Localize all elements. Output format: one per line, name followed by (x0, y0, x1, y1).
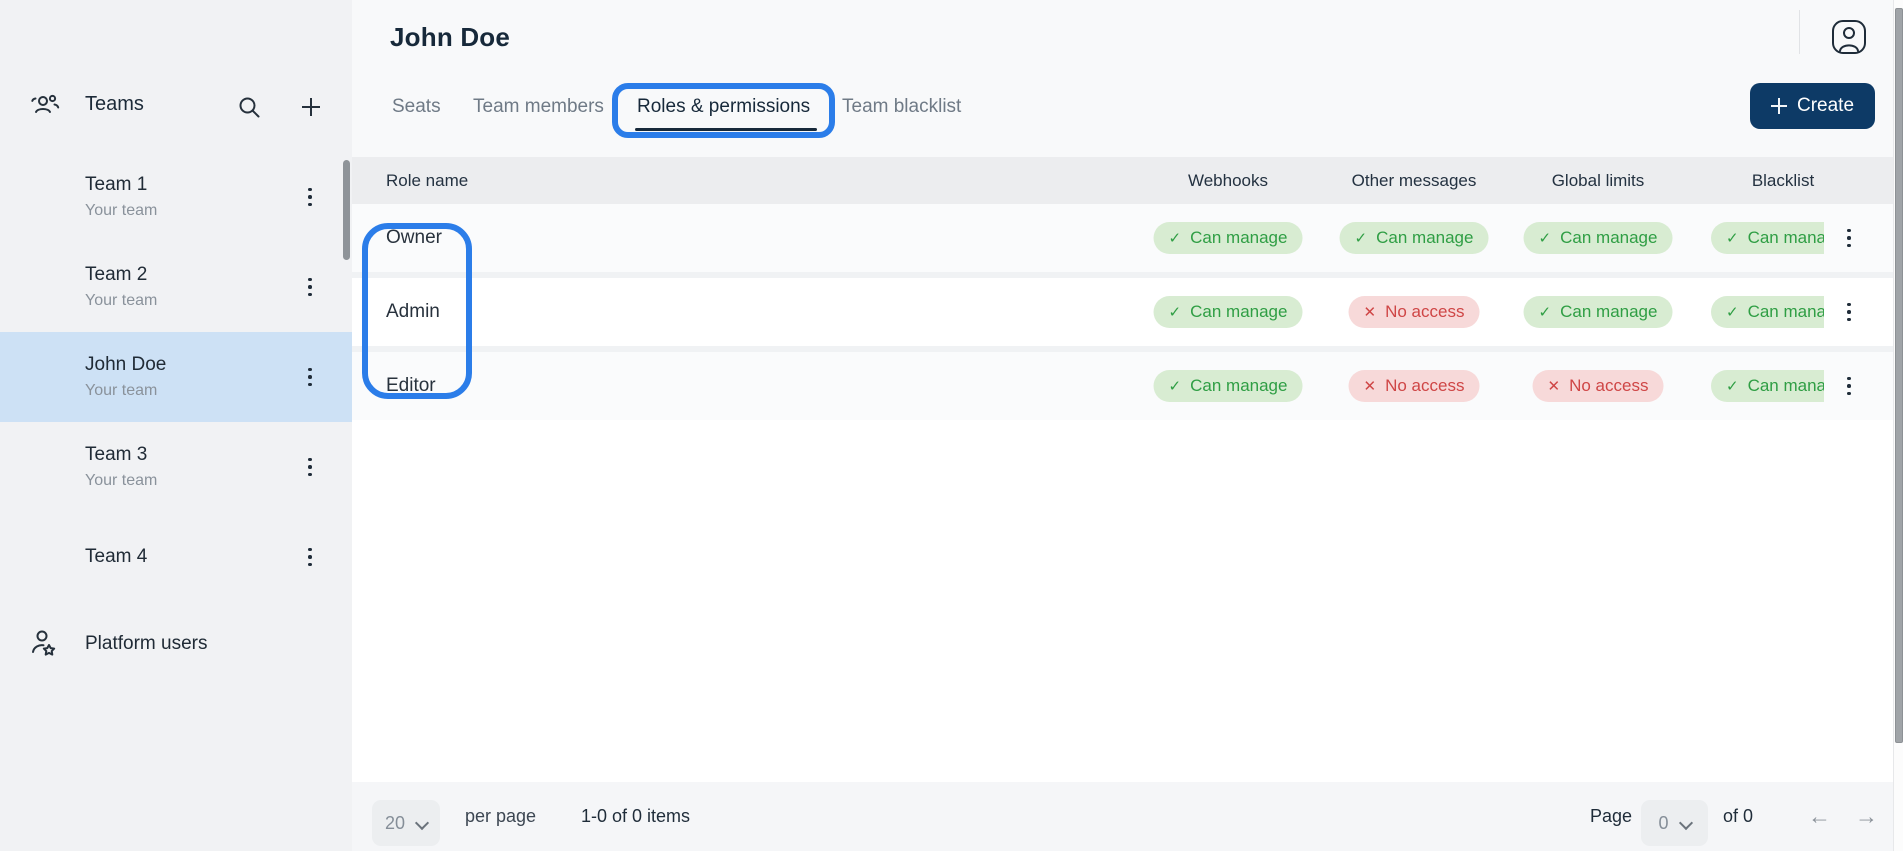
check-icon: ✓ (1169, 305, 1182, 320)
next-page-arrow-icon[interactable]: → (1855, 782, 1878, 851)
check-icon: ✓ (1726, 379, 1739, 394)
team-menu-kebab-icon[interactable] (303, 364, 317, 390)
platform-users-item[interactable]: Platform users (0, 602, 352, 686)
table-header-row: Role name Webhooks Other messages Global… (352, 157, 1893, 204)
col-role-name: Role name (386, 171, 468, 191)
previous-page-arrow-icon[interactable]: ← (1808, 782, 1831, 851)
team-menu-kebab-icon[interactable] (303, 184, 317, 210)
page-size-value: 20 (385, 813, 405, 834)
teams-sidebar: Teams Team 1 Your team Team 2 Your team … (0, 0, 352, 851)
team-menu-kebab-icon[interactable] (303, 274, 317, 300)
page-label: Page (1590, 782, 1632, 851)
page-size-select[interactable]: 20 (372, 800, 440, 846)
create-button-label: Create (1797, 95, 1854, 117)
permission-badge: ✕No access (1349, 296, 1480, 328)
platform-user-star-icon (30, 628, 58, 660)
active-tab-underline (635, 128, 817, 131)
check-icon: ✓ (1726, 305, 1739, 320)
user-avatar-icon[interactable] (1830, 18, 1868, 56)
role-name-cell: Admin (386, 301, 440, 323)
page-number-value: 0 (1658, 813, 1668, 834)
permission-badge: ✓Can manage (1340, 222, 1489, 254)
team-menu-kebab-icon[interactable] (303, 454, 317, 480)
plus-icon (1771, 98, 1787, 114)
roles-table: Role name Webhooks Other messages Global… (352, 157, 1893, 782)
chevron-down-icon (1681, 818, 1691, 828)
page-title: John Doe (390, 22, 510, 53)
per-page-label: per page (465, 782, 536, 851)
tab-roles-permissions[interactable]: Roles & permissions (637, 96, 810, 118)
permission-badge: ✓Can manage (1154, 222, 1303, 254)
page-of-label: of 0 (1723, 782, 1753, 851)
tab-team-members[interactable]: Team members (473, 96, 604, 118)
header-divider (1799, 10, 1800, 54)
platform-users-label: Platform users (85, 633, 207, 655)
sidebar-header: Teams (0, 84, 352, 130)
check-icon: ✓ (1355, 231, 1368, 246)
permission-badge: ✓Can manage (1524, 296, 1673, 328)
col-blacklist: Blacklist (1752, 171, 1814, 191)
row-menu-kebab-icon[interactable] (1842, 225, 1856, 251)
teams-group-icon (30, 92, 60, 122)
check-icon: ✓ (1539, 231, 1552, 246)
team-list-item[interactable]: Team 2 Your team (0, 242, 352, 332)
permission-badge: ✓Can manage (1524, 222, 1673, 254)
chevron-down-icon (417, 818, 427, 828)
search-icon[interactable] (236, 94, 262, 120)
main-content: John Doe Seats Team members Roles & perm… (352, 0, 1893, 851)
check-icon: ✓ (1169, 231, 1182, 246)
permission-badge-clipped: ✓Can manage (1711, 222, 1824, 254)
permission-badge: ✓Can manage (1154, 370, 1303, 402)
x-icon: ✕ (1548, 379, 1561, 394)
table-row: Editor ✓Can manage ✕No access ✕No access… (352, 352, 1893, 420)
plus-icon (298, 94, 324, 120)
role-name-cell: Owner (386, 227, 442, 249)
permission-badge-clipped: ✓Can manage (1711, 370, 1824, 402)
check-icon: ✓ (1539, 305, 1552, 320)
permission-badge: ✕No access (1349, 370, 1480, 402)
col-webhooks: Webhooks (1188, 171, 1268, 191)
role-name-cell: Editor (386, 375, 436, 397)
items-count-label: 1-0 of 0 items (581, 782, 690, 851)
create-button[interactable]: Create (1750, 83, 1875, 129)
team-list-item[interactable]: Team 4 (0, 512, 352, 602)
row-menu-kebab-icon[interactable] (1842, 373, 1856, 399)
tab-seats[interactable]: Seats (392, 96, 441, 118)
col-other-messages: Other messages (1352, 171, 1477, 191)
permission-badge: ✓Can manage (1154, 296, 1303, 328)
team-list: Team 1 Your team Team 2 Your team John D… (0, 152, 352, 602)
permission-badge: ✕No access (1533, 370, 1664, 402)
page-scrollbar[interactable] (1893, 0, 1903, 851)
pagination-bar: 20 per page 1-0 of 0 items Page 0 of 0 ←… (352, 782, 1893, 851)
permission-badge-clipped: ✓Can manage (1711, 296, 1824, 328)
x-icon: ✕ (1364, 379, 1377, 394)
col-global-limits: Global limits (1552, 171, 1645, 191)
add-team-button[interactable] (298, 94, 324, 120)
team-list-item[interactable]: Team 3 Your team (0, 422, 352, 512)
team-list-item[interactable]: Team 1 Your team (0, 152, 352, 242)
check-icon: ✓ (1169, 379, 1182, 394)
tab-team-blacklist[interactable]: Team blacklist (842, 96, 961, 118)
sidebar-title: Teams (85, 93, 144, 116)
team-list-item-selected[interactable]: John Doe Your team (0, 332, 352, 422)
table-row: Admin ✓Can manage ✕No access ✓Can manage… (352, 278, 1893, 346)
check-icon: ✓ (1726, 231, 1739, 246)
page-number-select[interactable]: 0 (1641, 800, 1708, 846)
sidebar-scrollbar[interactable] (343, 160, 350, 260)
team-menu-kebab-icon[interactable] (303, 544, 317, 570)
x-icon: ✕ (1364, 305, 1377, 320)
row-menu-kebab-icon[interactable] (1842, 299, 1856, 325)
page-scrollbar-thumb[interactable] (1895, 8, 1903, 743)
table-row: Owner ✓Can manage ✓Can manage ✓Can manag… (352, 204, 1893, 272)
